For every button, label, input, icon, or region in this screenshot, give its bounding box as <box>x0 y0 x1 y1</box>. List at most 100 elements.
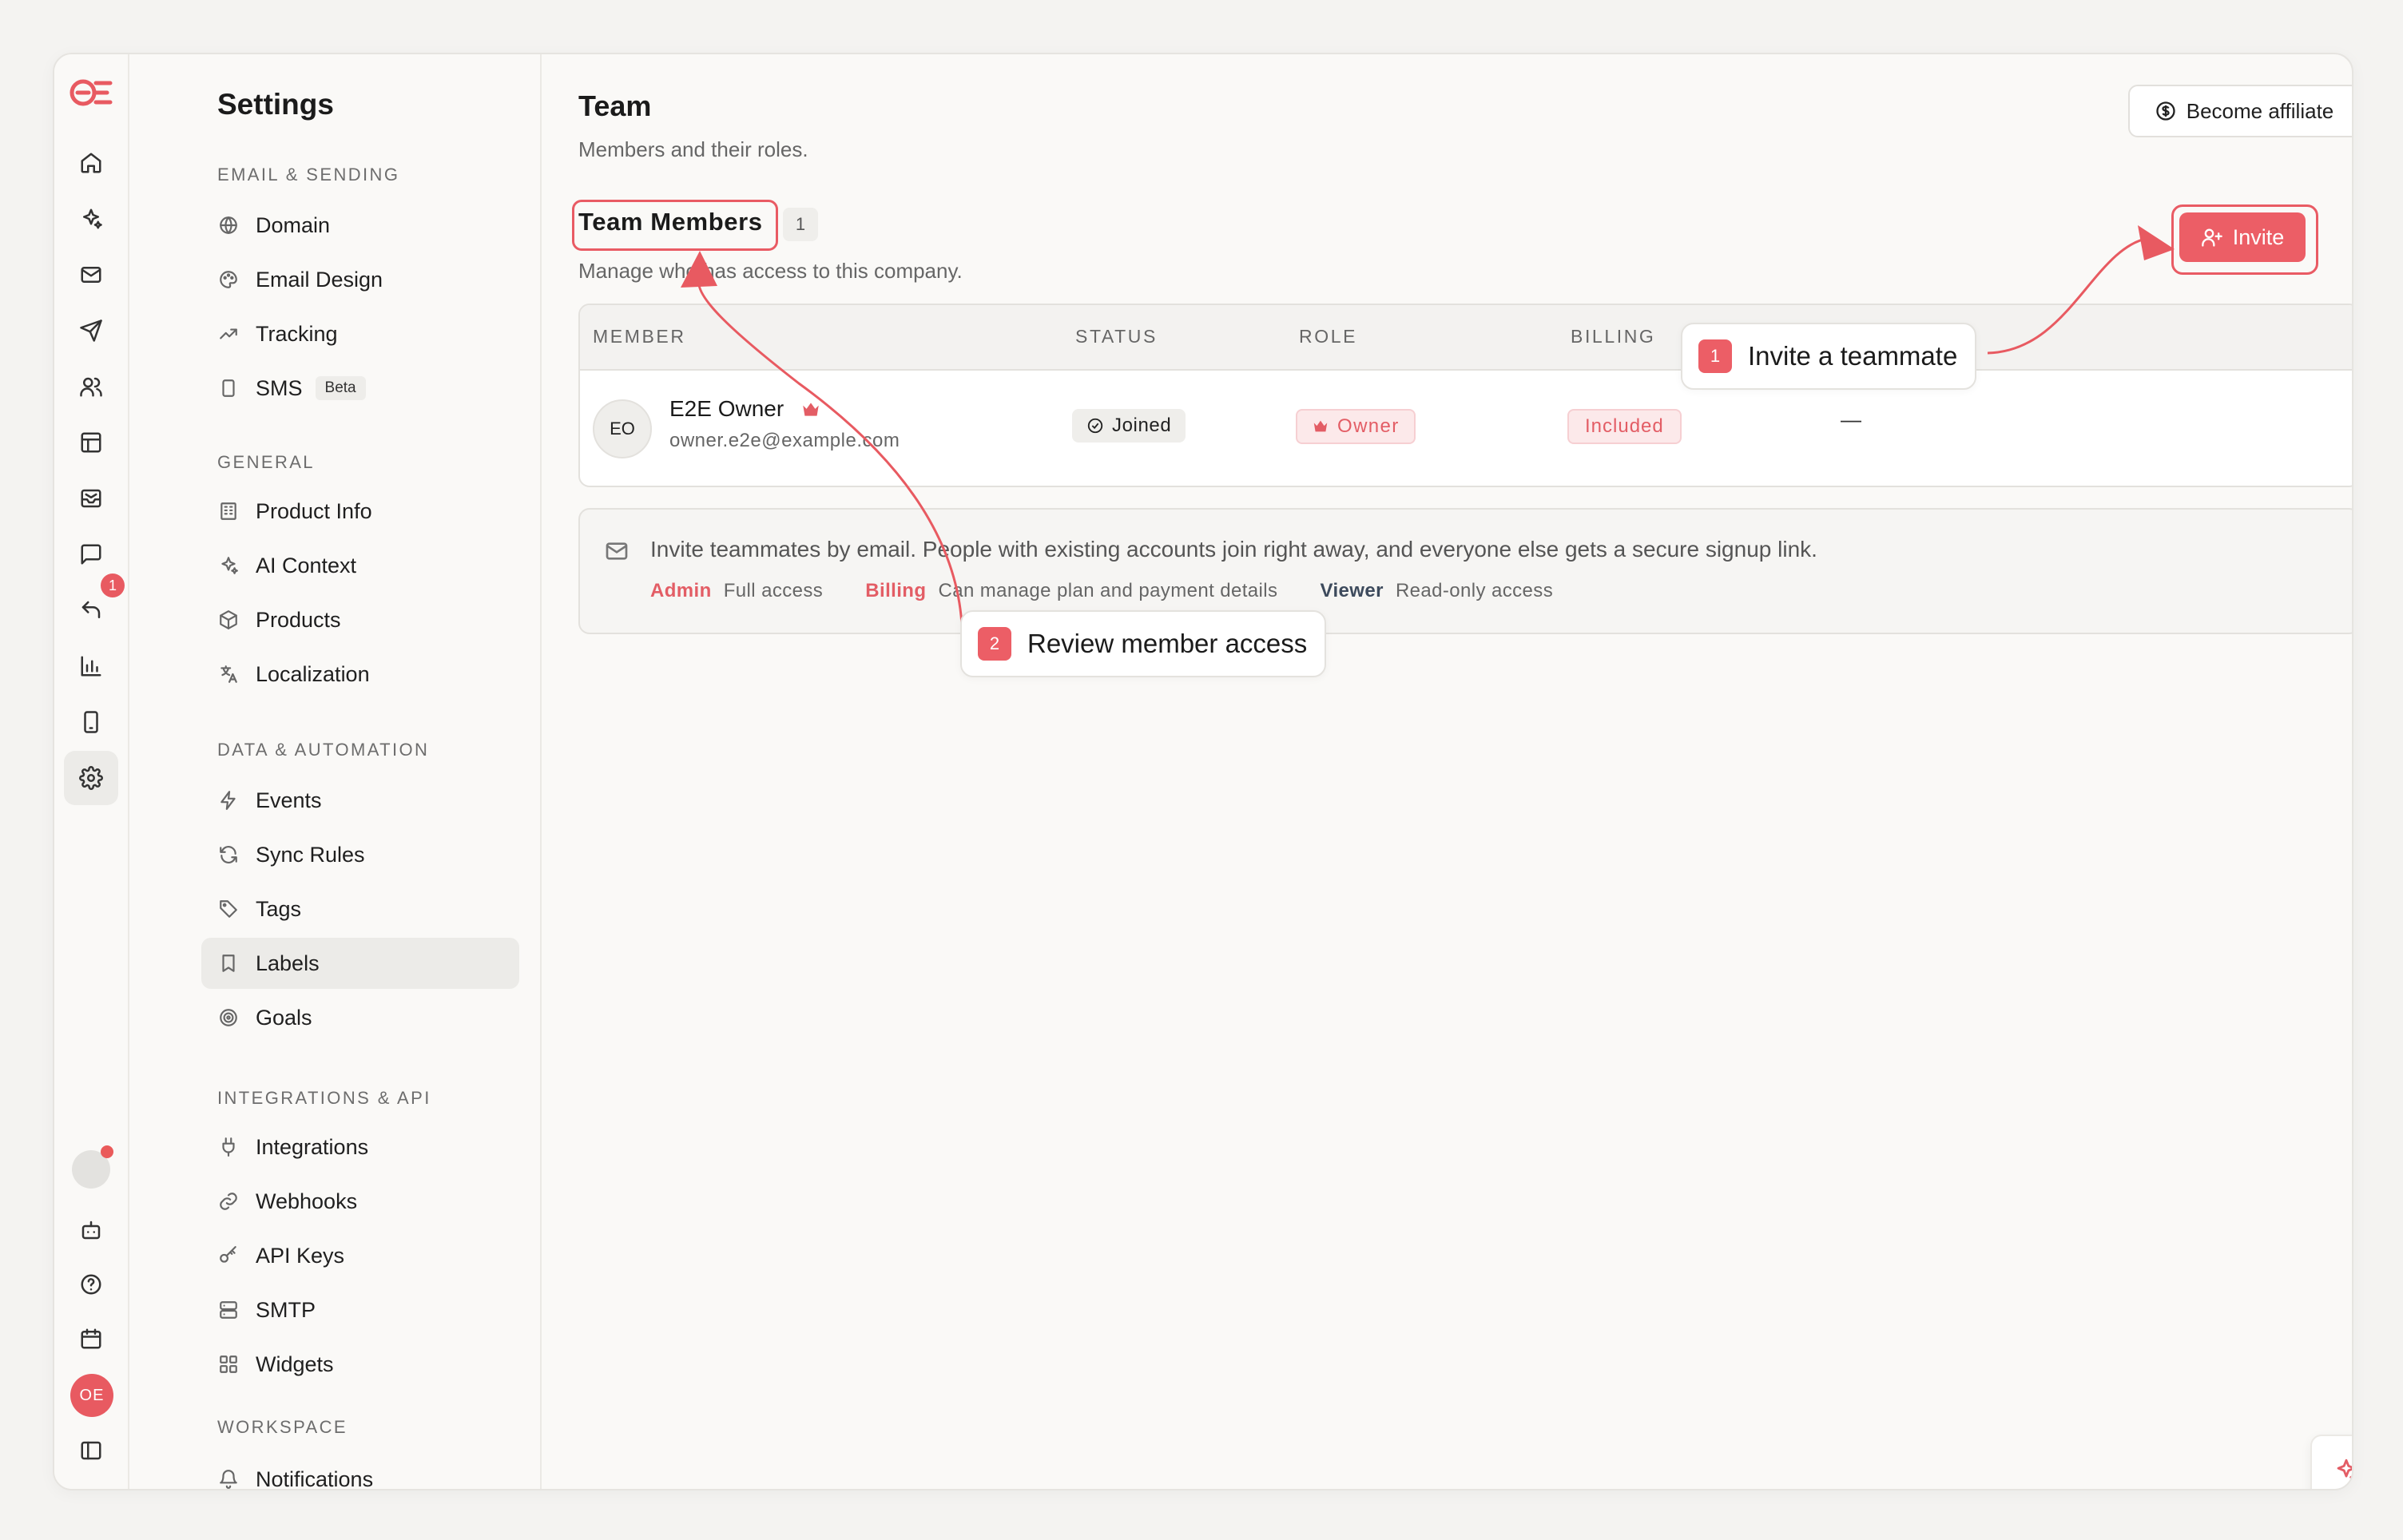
sidebar-item-api-keys[interactable]: API Keys <box>201 1230 519 1281</box>
sparkles-icon[interactable] <box>64 192 118 246</box>
sidebar-item-ai-context[interactable]: AI Context <box>201 540 519 591</box>
mail-icon <box>604 538 630 564</box>
link-icon <box>217 1190 240 1213</box>
member-name: E2E Owner <box>669 396 784 421</box>
settings-sidebar: Settings EMAIL & SENDING Domain Email De… <box>129 54 542 1489</box>
sidebar-item-labels[interactable]: Labels <box>201 938 519 989</box>
invite-button[interactable]: Invite <box>2179 212 2306 262</box>
become-affiliate-label: Become affiliate <box>2186 98 2334 123</box>
crown-icon <box>1313 420 1328 432</box>
sidebar-item-notifications[interactable]: Notifications <box>201 1454 519 1490</box>
tag-icon <box>217 898 240 920</box>
section-integrations-api: INTEGRATIONS & API <box>217 1088 431 1108</box>
users-icon[interactable] <box>64 359 118 414</box>
sidebar-item-label: Sync Rules <box>256 842 365 867</box>
team-members-table: MEMBER STATUS ROLE BILLING EO E2E Owner … <box>578 304 2352 487</box>
check-circle-icon <box>1087 418 1103 434</box>
sidebar-item-webhooks[interactable]: Webhooks <box>201 1176 519 1227</box>
send-icon[interactable] <box>64 304 118 358</box>
app-window: 1 OE Settings EMAIL & SENDING Domain Ema… <box>53 53 2353 1490</box>
sidebar-item-email-design[interactable]: Email Design <box>201 254 519 305</box>
billing-badge: Included <box>1567 409 1682 444</box>
sidebar-item-integrations[interactable]: Integrations <box>201 1121 519 1173</box>
callout-text: Invite a teammate <box>1748 341 1958 371</box>
sidebar-item-label: Tags <box>256 896 302 921</box>
sidebar-item-label: Email Design <box>256 267 383 292</box>
role-viewer-desc: Read-only access <box>1395 580 1554 601</box>
target-icon <box>217 1006 240 1029</box>
grid-icon <box>217 1353 240 1375</box>
sidebar-item-sync-rules[interactable]: Sync Rules <box>201 829 519 880</box>
building-icon <box>217 500 240 522</box>
server-icon <box>217 1299 240 1321</box>
home-icon[interactable] <box>64 136 118 190</box>
languages-icon <box>217 663 240 685</box>
sparkles-icon <box>2337 1459 2352 1479</box>
section-workspace: WORKSPACE <box>217 1417 348 1437</box>
main-content: Team Members and their roles. Become aff… <box>542 54 2352 1489</box>
inbox-icon[interactable] <box>64 471 118 526</box>
status-label: Joined <box>1112 415 1172 436</box>
role-admin-desc: Full access <box>723 580 824 601</box>
mail-icon[interactable] <box>64 248 118 302</box>
role-viewer-name: Viewer <box>1320 580 1384 601</box>
sidebar-item-tracking[interactable]: Tracking <box>201 308 519 359</box>
invite-label: Invite <box>2232 224 2285 249</box>
sidebar-item-label: Domain <box>256 212 331 237</box>
sidebar-item-label: Tracking <box>256 321 338 346</box>
role-label: Owner <box>1337 415 1400 437</box>
bot-icon[interactable] <box>64 1203 118 1257</box>
sidebar-title: Settings <box>217 88 334 121</box>
zap-icon <box>217 789 240 812</box>
calendar-icon[interactable] <box>64 1312 118 1366</box>
settings-icon[interactable] <box>64 751 118 805</box>
beta-badge: Beta <box>315 376 366 400</box>
sidebar-item-label: Integrations <box>256 1134 369 1159</box>
invite-info-panel: Invite teammates by email. People with e… <box>578 508 2352 634</box>
help-icon[interactable] <box>64 1257 118 1312</box>
member-email: owner.e2e@example.com <box>669 430 900 451</box>
palette-icon <box>217 268 240 291</box>
layout-icon[interactable] <box>64 415 118 470</box>
sidebar-item-label: Notifications <box>256 1467 374 1490</box>
role-admin-name: Admin <box>650 580 712 601</box>
sidebar-toggle-icon[interactable] <box>64 1423 118 1478</box>
sidebar-item-label: AI Context <box>256 553 357 578</box>
ai-assistant-button[interactable] <box>2310 1435 2352 1489</box>
phone-icon[interactable] <box>64 695 118 749</box>
key-icon <box>217 1244 240 1267</box>
sidebar-item-domain[interactable]: Domain <box>201 200 519 251</box>
header-role: ROLE <box>1299 326 1358 347</box>
sidebar-item-tags[interactable]: Tags <box>201 883 519 935</box>
row-extra: — <box>1841 407 1861 431</box>
status-dot <box>101 1145 113 1158</box>
sidebar-item-label: API Keys <box>256 1243 345 1268</box>
sidebar-item-label: Product Info <box>256 498 372 523</box>
sidebar-item-goals[interactable]: Goals <box>201 992 519 1043</box>
dollar-circle-icon <box>2156 101 2175 121</box>
bar-chart-icon[interactable] <box>64 639 118 693</box>
sidebar-item-products[interactable]: Products <box>201 594 519 645</box>
smartphone-icon <box>217 377 240 399</box>
sidebar-item-events[interactable]: Events <box>201 775 519 826</box>
sidebar-item-label: SMTP <box>256 1297 316 1322</box>
section-data-automation: DATA & AUTOMATION <box>217 740 430 760</box>
status-badge: Joined <box>1072 409 1186 443</box>
become-affiliate-button[interactable]: Become affiliate <box>2128 85 2352 137</box>
app-logo[interactable] <box>67 72 115 113</box>
trending-up-icon <box>217 323 240 345</box>
sidebar-item-widgets[interactable]: Widgets <box>201 1339 519 1390</box>
page-subtitle: Members and their roles. <box>578 137 808 161</box>
sidebar-item-label: Events <box>256 788 322 812</box>
plug-icon <box>217 1136 240 1158</box>
sidebar-item-label: SMS <box>256 375 303 400</box>
sidebar-item-product-info[interactable]: Product Info <box>201 486 519 537</box>
sidebar-item-label: Labels <box>256 951 320 975</box>
sidebar-item-smtp[interactable]: SMTP <box>201 1284 519 1336</box>
sidebar-item-label: Goals <box>256 1005 312 1030</box>
sidebar-item-sms[interactable]: SMS Beta <box>201 363 519 414</box>
role-badge: Owner <box>1296 409 1416 444</box>
user-avatar[interactable]: OE <box>70 1374 113 1417</box>
callout-number: 1 <box>1698 339 1732 373</box>
sidebar-item-localization[interactable]: Localization <box>201 649 519 700</box>
